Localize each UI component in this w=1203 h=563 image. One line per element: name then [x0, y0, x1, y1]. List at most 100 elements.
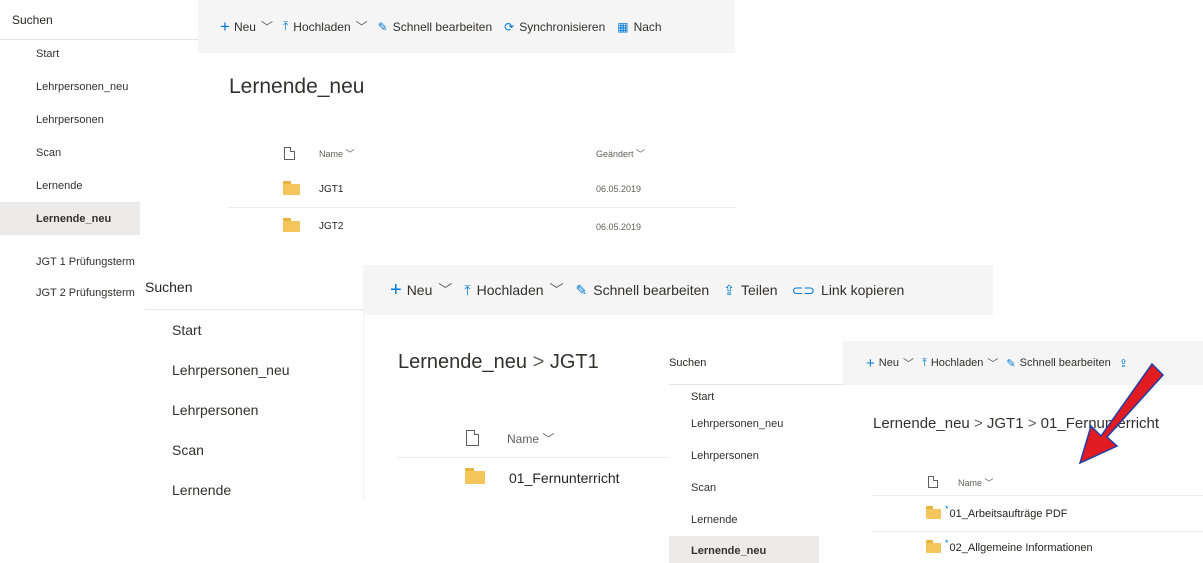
- search-input[interactable]: Suchen: [669, 341, 843, 385]
- sidebar-item-start[interactable]: Start: [145, 310, 363, 350]
- column-name[interactable]: Name ﹀: [507, 430, 554, 447]
- quick-edit-button[interactable]: ✎ Schnell bearbeiten: [1006, 357, 1110, 370]
- plus-icon: +: [390, 278, 402, 301]
- pencil-icon: ✎: [575, 281, 588, 298]
- upload-icon: ⤒: [464, 281, 471, 298]
- plus-icon: +: [220, 16, 230, 36]
- breadcrumb-item: JGT1: [549, 351, 599, 373]
- file-type-icon: [466, 430, 479, 446]
- sidebar: Suchen Start Lehrpersonen_neu Lehrperson…: [669, 341, 843, 563]
- sidebar: Suchen Start Lehrpersonen_neu Lehrperson…: [145, 265, 364, 500]
- command-bar: + Neu ﹀ ⤒ Hochladen ﹀ ✎ Schnell bearbeiten ⇪: [843, 341, 1203, 385]
- table-row[interactable]: JGT1 06.05.2019: [229, 171, 735, 207]
- sync-button[interactable]: ⟳ Synchronisieren: [504, 20, 605, 34]
- breadcrumb: Lernende_neu > JGT1: [398, 351, 599, 374]
- folder-icon: [926, 539, 941, 553]
- chevron-down-icon: ﹀: [987, 358, 999, 370]
- breadcrumb-separator-icon: >: [532, 351, 550, 373]
- folder-icon: [283, 218, 300, 232]
- grid-icon: ▦: [617, 19, 629, 34]
- sidebar-item-lernende-neu[interactable]: Lernende_neu: [0, 202, 140, 235]
- item-name[interactable]: 01_Arbeitsaufträge PDF: [950, 508, 1068, 520]
- share-icon: ⇪: [723, 281, 735, 298]
- sidebar-item-lehrpersonen-neu[interactable]: Lehrpersonen_neu: [145, 350, 363, 390]
- upload-button[interactable]: ⤒ Hochladen ﹀: [283, 18, 378, 35]
- plus-icon: +: [866, 354, 875, 372]
- pencil-icon: ✎: [377, 19, 388, 34]
- column-modified[interactable]: Geändert ﹀: [596, 147, 645, 160]
- sidebar-item-jgt2[interactable]: JGT 2 Prüfungsterm: [36, 287, 145, 299]
- chevron-down-icon: ﹀: [355, 20, 368, 34]
- item-name[interactable]: 02_Allgemeine Informationen: [950, 542, 1093, 554]
- search-label: Suchen: [145, 279, 193, 295]
- sidebar-item-scan[interactable]: Scan: [0, 136, 198, 169]
- sidebar-item-lehrpersonen[interactable]: Lehrpersonen: [0, 103, 198, 136]
- breadcrumb-separator-icon: >: [1027, 415, 1041, 432]
- search-input[interactable]: Suchen: [0, 0, 198, 40]
- column-name[interactable]: Name ﹀: [958, 476, 994, 489]
- search-input[interactable]: Suchen: [145, 265, 363, 310]
- sidebar-item-lehrpersonen[interactable]: Lehrpersonen: [669, 440, 843, 472]
- link-icon: ⊂⊃: [791, 281, 816, 298]
- share-icon-button[interactable]: ⇪: [1119, 357, 1128, 370]
- sidebar: Suchen Start Lehrpersonen_neu Lehrperson…: [0, 0, 198, 247]
- sidebar-item-lehrpersonen[interactable]: Lehrpersonen: [145, 390, 363, 430]
- upload-button[interactable]: ⤒ Hochladen ﹀: [464, 280, 575, 300]
- sidebar-item-jgt1[interactable]: JGT 1 Prüfungsterm: [36, 256, 145, 268]
- sidebar-item-lernende[interactable]: Lernende: [0, 169, 198, 202]
- item-modified: 06.05.2019: [596, 221, 642, 232]
- breadcrumb: Lernende_neu > JGT1 > 01_Fernunterricht: [873, 415, 1159, 432]
- chevron-down-icon: ﹀: [438, 282, 453, 298]
- sidebar-item-lehrpersonen-neu[interactable]: Lehrpersonen_neu: [0, 70, 198, 103]
- table-row[interactable]: * 02_Allgemeine Informationen: [873, 531, 1203, 563]
- search-label: Suchen: [12, 12, 53, 27]
- new-item-icon: *: [945, 537, 949, 548]
- page-title: Lernende_neu: [229, 75, 365, 98]
- pencil-icon: ✎: [1006, 357, 1016, 370]
- column-header-row: Name ﹀: [873, 469, 1203, 495]
- share-button[interactable]: ⇪ Teilen: [723, 282, 777, 299]
- sync-icon: ⟳: [504, 19, 515, 34]
- command-bar: + Neu ﹀ ⤒ Hochladen ﹀ ✎ Schnell bearbeiten ⇪ T…: [363, 265, 993, 315]
- item-modified: 06.05.2019: [596, 184, 642, 194]
- sidebar-item-lernende[interactable]: Lernende: [669, 504, 843, 536]
- breadcrumb-item[interactable]: JGT1: [987, 415, 1024, 432]
- new-button[interactable]: + Neu ﹀: [866, 355, 922, 372]
- screenshot-1: Suchen Start Lehrpersonen_neu Lehrperson…: [0, 0, 735, 247]
- item-name[interactable]: 01_Fernunterricht: [509, 470, 620, 486]
- sidebar-item-start[interactable]: Start: [0, 37, 198, 70]
- table-row[interactable]: * 01_Arbeitsaufträge PDF: [873, 495, 1203, 531]
- sidebar-item-lernende-neu[interactable]: Lernende_neu: [669, 536, 819, 563]
- new-button[interactable]: + Neu ﹀: [390, 279, 464, 302]
- sidebar-item-scan[interactable]: Scan: [669, 472, 843, 504]
- item-name[interactable]: JGT1: [319, 184, 343, 195]
- new-button[interactable]: + Neu ﹀: [220, 17, 283, 37]
- upload-button[interactable]: ⤒ Hochladen ﹀: [922, 355, 1006, 371]
- folder-icon: [926, 505, 941, 519]
- sidebar-item-lernende[interactable]: Lernende: [145, 470, 363, 500]
- screenshot-3: Suchen Start Lehrpersonen_neu Lehrperson…: [669, 341, 1203, 563]
- share-icon: ⇪: [1118, 357, 1128, 370]
- chevron-down-icon: ﹀: [549, 282, 564, 298]
- sidebar-item-lehrpersonen-neu[interactable]: Lehrpersonen_neu: [669, 408, 843, 440]
- sidebar-item-start[interactable]: Start: [669, 386, 843, 408]
- quick-edit-button[interactable]: ✎ Schnell bearbeiten: [378, 20, 492, 34]
- breadcrumb-item[interactable]: Lernende_neu: [398, 351, 527, 373]
- folder-icon: [465, 468, 485, 484]
- breadcrumb-item: 01_Fernunterricht: [1040, 415, 1160, 432]
- folder-icon: [283, 180, 300, 195]
- column-header-row: Name ﹀ Geändert ﹀: [229, 140, 735, 166]
- more-button[interactable]: ▦ Nach: [617, 20, 661, 34]
- breadcrumb-item[interactable]: Lernende_neu: [873, 415, 970, 432]
- item-name[interactable]: JGT2: [319, 221, 343, 232]
- chevron-down-icon: ﹀: [260, 20, 273, 34]
- sidebar-item-scan[interactable]: Scan: [145, 430, 363, 470]
- table-row[interactable]: JGT2 06.05.2019: [229, 207, 735, 245]
- command-bar: + Neu ﹀ ⤒ Hochladen ﹀ ✎ Schnell bearbeiten ⟳ S…: [198, 0, 735, 53]
- copy-link-button[interactable]: ⊂⊃ Link kopieren: [792, 282, 905, 299]
- file-type-icon: [928, 476, 938, 488]
- upload-icon: ⤒: [282, 19, 289, 33]
- upload-icon: ⤒: [921, 356, 927, 369]
- column-name[interactable]: Name ﹀: [319, 147, 355, 160]
- quick-edit-button[interactable]: ✎ Schnell bearbeiten: [576, 282, 710, 299]
